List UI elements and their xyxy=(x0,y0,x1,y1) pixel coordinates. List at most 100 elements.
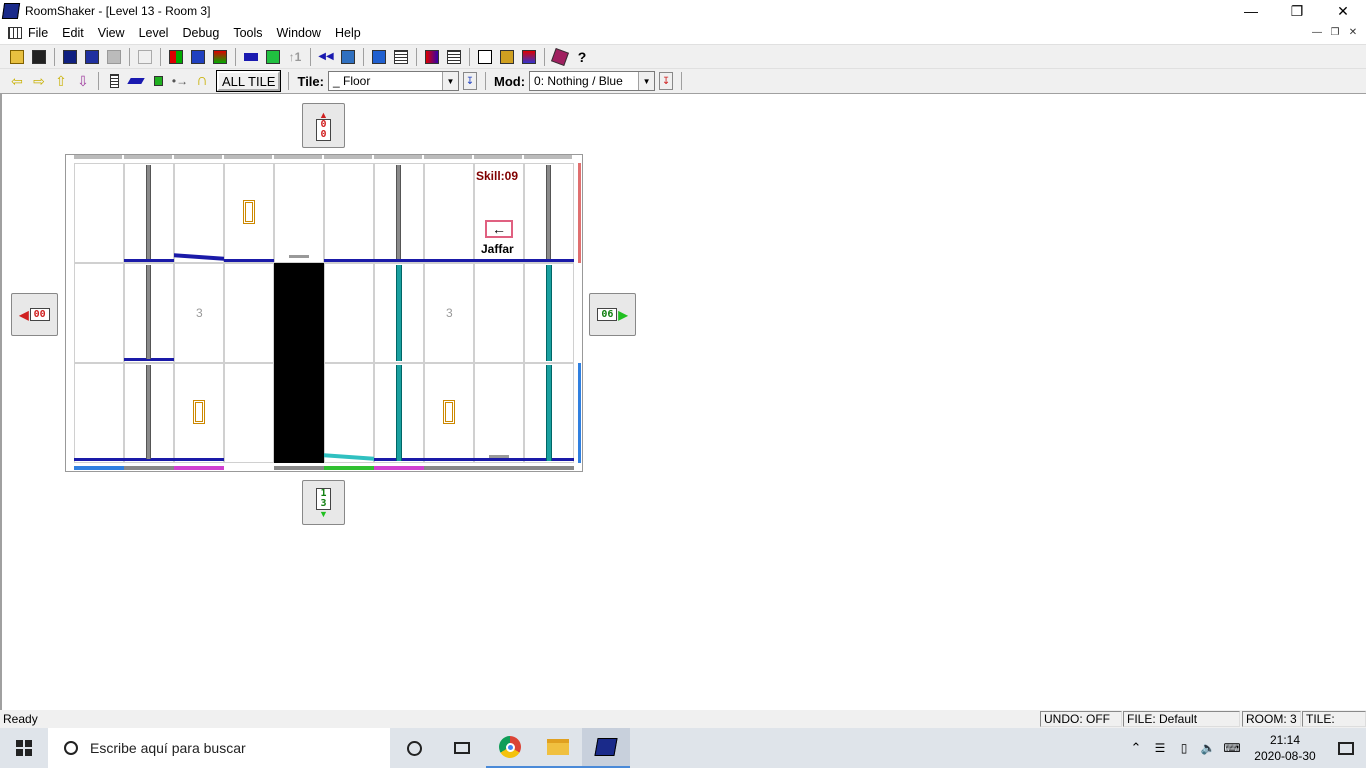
room-tile[interactable] xyxy=(224,263,274,363)
room-tile[interactable] xyxy=(274,163,324,263)
clock[interactable]: 21:14 2020-08-30 xyxy=(1244,732,1326,764)
cortana-button[interactable] xyxy=(390,728,438,768)
tile-select[interactable]: _ Floor ▼ xyxy=(327,71,459,91)
list-button[interactable] xyxy=(391,47,411,67)
menu-level[interactable]: Level xyxy=(139,26,177,40)
arrow-up-button[interactable]: ⇧ xyxy=(51,71,71,91)
room-down-button[interactable]: 1 3 ▼ xyxy=(302,480,345,525)
save-button[interactable] xyxy=(29,47,49,67)
copy-room-button[interactable] xyxy=(188,47,208,67)
floppy-icon xyxy=(32,49,46,64)
goto-room-button[interactable] xyxy=(263,47,283,67)
green-block-icon xyxy=(153,76,163,86)
volume-icon[interactable]: 🔈 xyxy=(1196,741,1220,755)
rewind-button[interactable]: ◀◀ xyxy=(316,47,336,67)
notifications-button[interactable] xyxy=(1326,728,1366,768)
manual-button[interactable] xyxy=(550,47,570,67)
guards-button[interactable] xyxy=(422,47,442,67)
floor-tool-button[interactable] xyxy=(126,71,146,91)
room-tile[interactable] xyxy=(74,163,124,263)
export-button[interactable] xyxy=(519,47,539,67)
chrome-button[interactable] xyxy=(486,728,534,768)
connect-tool-button[interactable]: •→ xyxy=(170,71,190,91)
wifi-icon[interactable]: ☰ xyxy=(1148,741,1172,755)
chevron-down-icon[interactable]: ▼ xyxy=(638,72,655,90)
menu-tools[interactable]: Tools xyxy=(233,26,270,40)
floor-tile xyxy=(74,458,124,461)
room-up-number-bottom: 0 xyxy=(320,128,327,140)
prev-room-button[interactable] xyxy=(241,47,261,67)
roomshaker-taskbar-button[interactable] xyxy=(582,728,630,768)
room-tile[interactable] xyxy=(424,163,474,263)
close-button[interactable]: ✕ xyxy=(1320,0,1366,22)
tile-apply-button[interactable]: ↧ xyxy=(462,72,477,90)
gate-icon[interactable] xyxy=(243,200,255,224)
room-tile[interactable] xyxy=(174,163,224,263)
tile-label: Tile: xyxy=(297,73,324,89)
help-button[interactable]: ? xyxy=(572,47,592,67)
save-all-button[interactable] xyxy=(82,47,102,67)
room-tile[interactable] xyxy=(74,263,124,363)
map-button[interactable] xyxy=(338,47,358,67)
restore-button[interactable]: ❐ xyxy=(1274,0,1320,22)
play-button[interactable] xyxy=(475,47,495,67)
open-button[interactable] xyxy=(7,47,27,67)
room-links-button[interactable] xyxy=(166,47,186,67)
task-view-button[interactable] xyxy=(438,728,486,768)
mdi-minimize-button[interactable]: — xyxy=(1308,25,1326,40)
undo-button[interactable] xyxy=(135,47,155,67)
start-button[interactable] xyxy=(0,728,48,768)
keyboard-icon[interactable]: ⌨ xyxy=(1220,741,1244,755)
room-grid[interactable]: Skill:09 ← Jaffar 3 3 xyxy=(65,154,583,472)
room-tile[interactable] xyxy=(324,163,374,263)
paste-room-button[interactable] xyxy=(210,47,230,67)
room-up-button[interactable]: ▲ 0 0 xyxy=(302,103,345,148)
file-explorer-button[interactable] xyxy=(534,728,582,768)
page-button[interactable] xyxy=(104,71,124,91)
chrome-icon xyxy=(499,736,521,758)
room-tile[interactable] xyxy=(74,363,124,463)
room-tile[interactable] xyxy=(324,263,374,363)
events-button[interactable] xyxy=(444,47,464,67)
app-icon[interactable] xyxy=(1,3,21,19)
room-tile[interactable] xyxy=(324,363,374,463)
mod-apply-button[interactable]: ↧ xyxy=(659,72,674,90)
chevron-up-icon[interactable]: ⌃ xyxy=(1124,740,1148,756)
mdi-child-icon[interactable] xyxy=(8,26,22,39)
arrow-right-button[interactable]: ⇨ xyxy=(29,71,49,91)
save-level-button[interactable] xyxy=(60,47,80,67)
chevron-down-icon[interactable]: ▼ xyxy=(441,72,458,90)
menu-debug[interactable]: Debug xyxy=(182,26,227,40)
gate-icon[interactable] xyxy=(193,400,205,424)
task-view-icon xyxy=(454,742,470,754)
arrow-down-button[interactable]: ⇩ xyxy=(73,71,93,91)
guard-marker[interactable]: ← xyxy=(485,220,513,238)
gate-icon[interactable] xyxy=(443,400,455,424)
room-tile[interactable] xyxy=(474,363,524,463)
menu-help[interactable]: Help xyxy=(335,26,369,40)
mdi-close-button[interactable]: ✕ xyxy=(1344,25,1362,40)
menu-edit[interactable]: Edit xyxy=(62,26,92,40)
save-disabled-button[interactable] xyxy=(104,47,124,67)
level-map-button[interactable] xyxy=(369,47,389,67)
room-number-button[interactable]: ↑1 xyxy=(285,47,305,67)
room-tile[interactable] xyxy=(224,363,274,463)
green-tool-button[interactable] xyxy=(148,71,168,91)
taskbar-search[interactable]: Escribe aquí para buscar xyxy=(48,728,390,768)
room-right-button[interactable]: 06 ▶ xyxy=(589,293,636,336)
menu-window[interactable]: Window xyxy=(277,26,329,40)
mod-select[interactable]: 0: Nothing / Blue ▼ xyxy=(529,71,656,91)
battery-icon[interactable]: ▯ xyxy=(1172,741,1196,755)
menu-view[interactable]: View xyxy=(98,26,133,40)
menu-file[interactable]: File xyxy=(28,26,56,40)
minimize-button[interactable]: — xyxy=(1228,0,1274,22)
all-tile-button[interactable]: ALL TILE xyxy=(215,70,282,92)
mdi-restore-button[interactable]: ❐ xyxy=(1326,25,1344,40)
room-left-button[interactable]: ◀ 00 xyxy=(11,293,58,336)
room-tile[interactable] xyxy=(474,263,524,363)
arrow-left-button[interactable]: ⇦ xyxy=(7,71,27,91)
arch-tool-button[interactable]: ∩ xyxy=(192,71,212,91)
dosbox-button[interactable] xyxy=(497,47,517,67)
page-icon xyxy=(109,74,119,88)
one-icon: ↑1 xyxy=(288,49,302,64)
